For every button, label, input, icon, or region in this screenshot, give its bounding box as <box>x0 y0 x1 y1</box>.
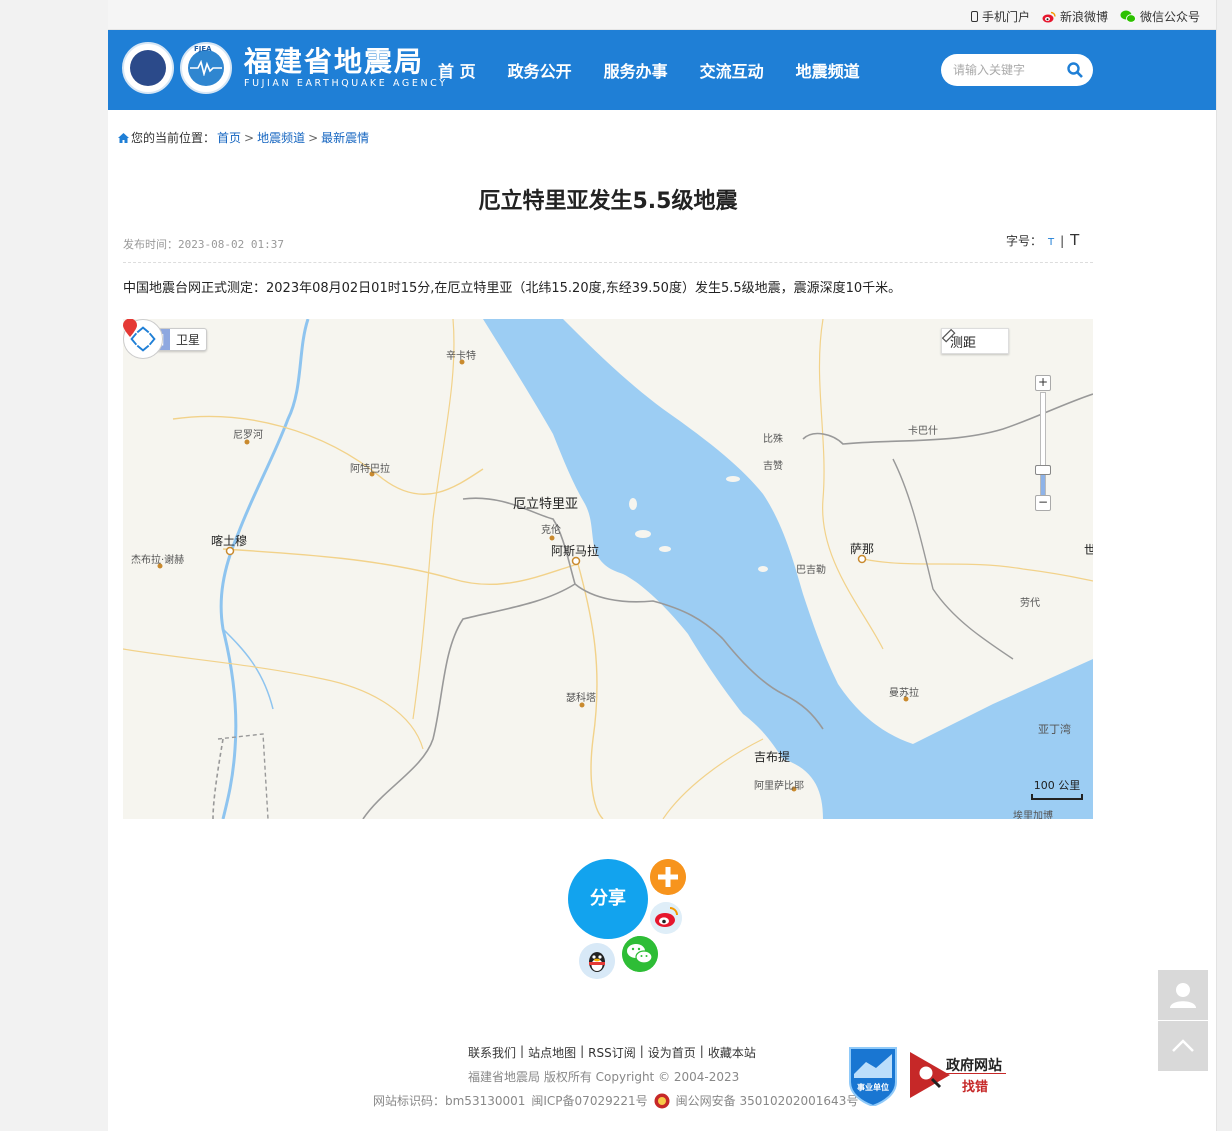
measure-distance-button[interactable]: 测距 <box>941 328 1009 354</box>
font-size-switcher: 字号： T | T <box>1006 231 1080 249</box>
nav-home[interactable]: 首 页 <box>438 58 476 82</box>
site-logo[interactable]: FJEA 福建省地震局 FUJIAN EARTHQUAKE AGENCY <box>122 42 448 94</box>
breadcrumb-home[interactable]: 首页 <box>217 129 241 146</box>
footer-link-sitemap[interactable]: 站点地图 <box>528 1044 576 1061</box>
footer-link-rss[interactable]: RSS订阅 <box>588 1044 636 1061</box>
svg-text:事业单位: 事业单位 <box>857 1082 889 1092</box>
share-qq-icon[interactable] <box>579 943 615 979</box>
map-canvas <box>123 319 1093 819</box>
nav-services[interactable]: 服务办事 <box>604 58 668 82</box>
fjea-emblem-icon: FJEA <box>180 42 232 94</box>
share-weibo-icon[interactable] <box>650 902 682 934</box>
footer-links: 联系我们 | 站点地图 | RSS订阅 | 设为首页 | 收藏本站 <box>468 1044 756 1061</box>
scrollbar[interactable] <box>1216 0 1232 1131</box>
main-nav: 首 页 政务公开 服务办事 交流互动 地震频道 <box>438 30 860 110</box>
nav-interaction[interactable]: 交流互动 <box>700 58 764 82</box>
map-zoom-control: + − <box>1035 375 1051 511</box>
zoom-slider[interactable] <box>1040 392 1046 502</box>
registration-info: 网站标识码：bm53130001 闽ICP备07029221号 闽公网安备 35… <box>373 1093 859 1108</box>
footer-link-contact[interactable]: 联系我们 <box>468 1044 516 1061</box>
user-center-button[interactable] <box>1158 970 1208 1020</box>
share-more-icon[interactable] <box>650 859 686 895</box>
gov-site-error-report-badge[interactable]: 政府网站 找错 <box>910 1052 1012 1098</box>
footer-link-set-home[interactable]: 设为首页 <box>648 1044 696 1061</box>
copyright: 福建省地震局 版权所有 Copyright © 2004-2023 <box>468 1070 740 1084</box>
site-header: FJEA 福建省地震局 FUJIAN EARTHQUAKE AGENCY 首 页… <box>108 30 1216 110</box>
earthquake-map[interactable]: 拉 辛卡特 尼罗河 阿特巴拉 厄立特里亚 克伦 阿斯马拉 喀土穆 杰布拉·谢赫 … <box>123 319 1093 819</box>
site-name-en: FUJIAN EARTHQUAKE AGENCY <box>244 78 448 89</box>
breadcrumb-latest[interactable]: 最新震情 <box>321 129 369 146</box>
map-type-satellite-button[interactable]: 卫星 <box>170 329 206 350</box>
user-icon <box>1170 983 1196 1008</box>
phone-icon <box>970 11 978 22</box>
article-title: 厄立特里亚发生5.5级地震 <box>478 189 738 214</box>
site-name: 福建省地震局 <box>244 45 425 78</box>
share-wechat-icon[interactable] <box>622 936 658 972</box>
search-box <box>941 54 1093 86</box>
search-icon[interactable] <box>1067 62 1083 78</box>
wechat-icon <box>1120 10 1136 23</box>
police-emblem-icon <box>654 1093 670 1108</box>
zoom-out-button[interactable]: − <box>1035 495 1051 511</box>
wechat-link[interactable]: 微信公众号 <box>1120 8 1200 25</box>
publish-time: 发布时间：2023-08-02 01:37 <box>123 238 284 251</box>
zoom-in-button[interactable]: + <box>1035 375 1051 391</box>
zoom-slider-handle[interactable] <box>1035 465 1051 475</box>
font-large-button[interactable]: T <box>1070 231 1079 249</box>
font-small-button[interactable]: T <box>1048 237 1054 248</box>
map-scale: 100 公里 <box>1031 777 1083 800</box>
weibo-link[interactable]: 新浪微博 <box>1042 8 1108 25</box>
public-institution-badge-icon[interactable]: 事业单位 <box>846 1044 900 1106</box>
mobile-portal-link[interactable]: 手机门户 <box>970 8 1030 25</box>
chevron-up-icon <box>1172 1039 1194 1052</box>
breadcrumb: 您的当前位置： 首页 > 地震频道 > 最新震情 <box>118 129 369 146</box>
magnifier-icon <box>910 1052 950 1098</box>
breadcrumb-earthquake-channel[interactable]: 地震频道 <box>257 129 305 146</box>
nav-earthquake-channel[interactable]: 地震频道 <box>796 58 860 82</box>
seismic-emblem-icon <box>122 42 174 94</box>
weibo-icon <box>1042 11 1056 22</box>
divider <box>123 262 1093 263</box>
back-to-top-button[interactable] <box>1158 1021 1208 1071</box>
search-input[interactable] <box>953 60 1057 80</box>
share-button[interactable]: 分享 <box>568 859 648 939</box>
epicenter-marker-icon[interactable] <box>123 319 137 337</box>
nav-government-affairs[interactable]: 政务公开 <box>508 58 572 82</box>
ruler-icon <box>942 329 956 343</box>
footer-link-bookmark[interactable]: 收藏本站 <box>708 1044 756 1061</box>
article-body: 中国地震台网正式测定：2023年08月02日01时15分,在厄立特里亚（北纬15… <box>123 281 902 296</box>
home-icon <box>118 132 129 143</box>
top-bar: 手机门户 新浪微博 微信公众号 <box>108 0 1216 30</box>
